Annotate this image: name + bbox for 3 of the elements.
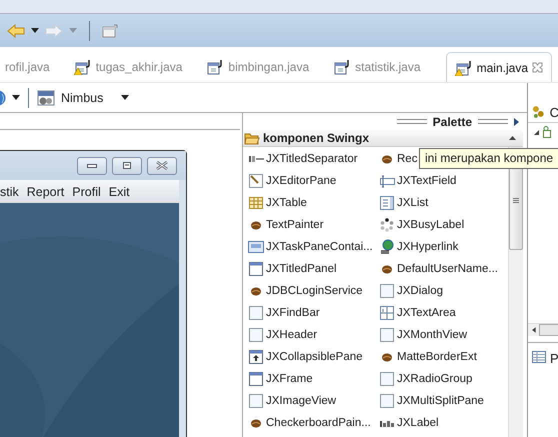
tooltip: ini merupakan kompone bbox=[419, 148, 558, 169]
palette-title: Palette bbox=[432, 114, 472, 128]
panel-title: P bbox=[550, 351, 558, 366]
